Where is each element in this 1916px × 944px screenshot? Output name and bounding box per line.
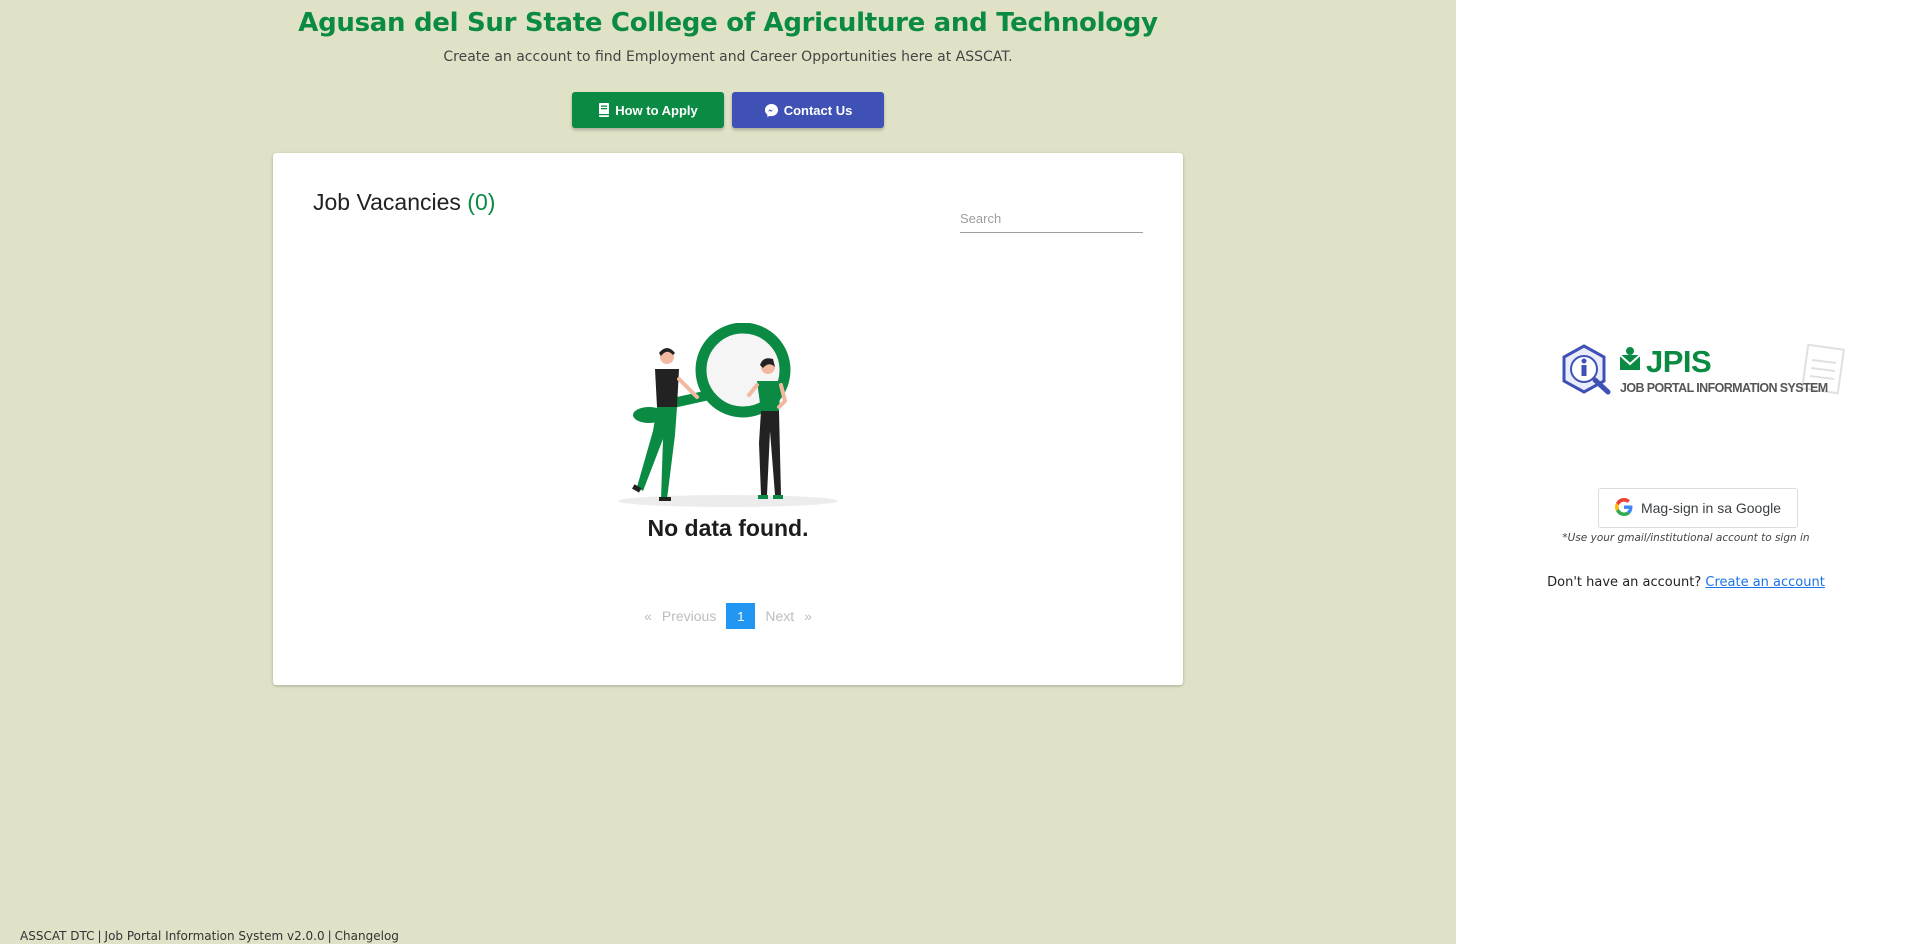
no-data-message: No data found. [647,515,809,541]
search-field [960,205,1143,233]
job-vacancies-title: Job Vacancies [313,189,461,215]
next-page-link[interactable]: Next [765,608,794,624]
google-sign-in-note: *Use your gmail/institutional account to… [1562,532,1810,544]
signup-prompt: Don't have an account? Create an account [1456,575,1916,590]
job-vacancies-count: (0) [467,189,496,215]
contact-us-button[interactable]: Contact Us [732,92,884,128]
first-page-arrow[interactable]: « [644,608,652,624]
messenger-icon [764,103,779,118]
how-to-apply-button[interactable]: How to Apply [572,92,724,128]
footer: ASSCAT DTC | Job Portal Information System… [20,929,399,943]
contact-us-label: Contact Us [783,102,853,118]
empty-state-illustration [613,322,843,508]
google-sign-in-label: Mag-sign in sa Google [1640,500,1782,516]
page-subtitle: Create an account to find Employment and… [443,49,1013,65]
changelog-link[interactable]: Changelog [335,929,399,943]
search-input[interactable] [960,205,1143,231]
jpis-logo-title: JPIS [1646,344,1712,379]
google-icon [1614,497,1633,519]
google-sign-in-button[interactable]: Mag-sign in sa Google [1598,488,1798,528]
login-pane [1456,0,1916,944]
action-buttons: How to Apply Contact Us [572,92,884,128]
create-account-link[interactable]: Create an account [1705,575,1824,590]
footer-org: ASSCAT DTC [20,929,95,943]
page-1-button[interactable]: 1 [726,603,756,629]
job-vacancies-card: Job Vacancies (0) Search No data found. … [273,153,1183,685]
no-account-text: Don't have an account? [1547,575,1702,590]
jpis-logo: JPIS JOB PORTAL INFORMATION SYSTEM [1560,342,1845,404]
last-page-arrow[interactable]: » [804,608,812,624]
footer-system: Job Portal Information System v2.0.0 [104,929,325,943]
main-pane: Agusan del Sur State College of Agricult… [0,0,1456,944]
how-to-apply-label: How to Apply [615,102,698,118]
book-icon [598,103,610,117]
college-title: Agusan del Sur State College of Agricult… [298,8,1158,38]
previous-page-link[interactable]: Previous [662,608,716,624]
pagination: « Previous 1 Next » [273,603,1183,629]
job-vacancies-heading: Job Vacancies (0) [313,189,495,216]
jpis-logo-subtitle: JOB PORTAL INFORMATION SYSTEM [1620,381,1828,395]
